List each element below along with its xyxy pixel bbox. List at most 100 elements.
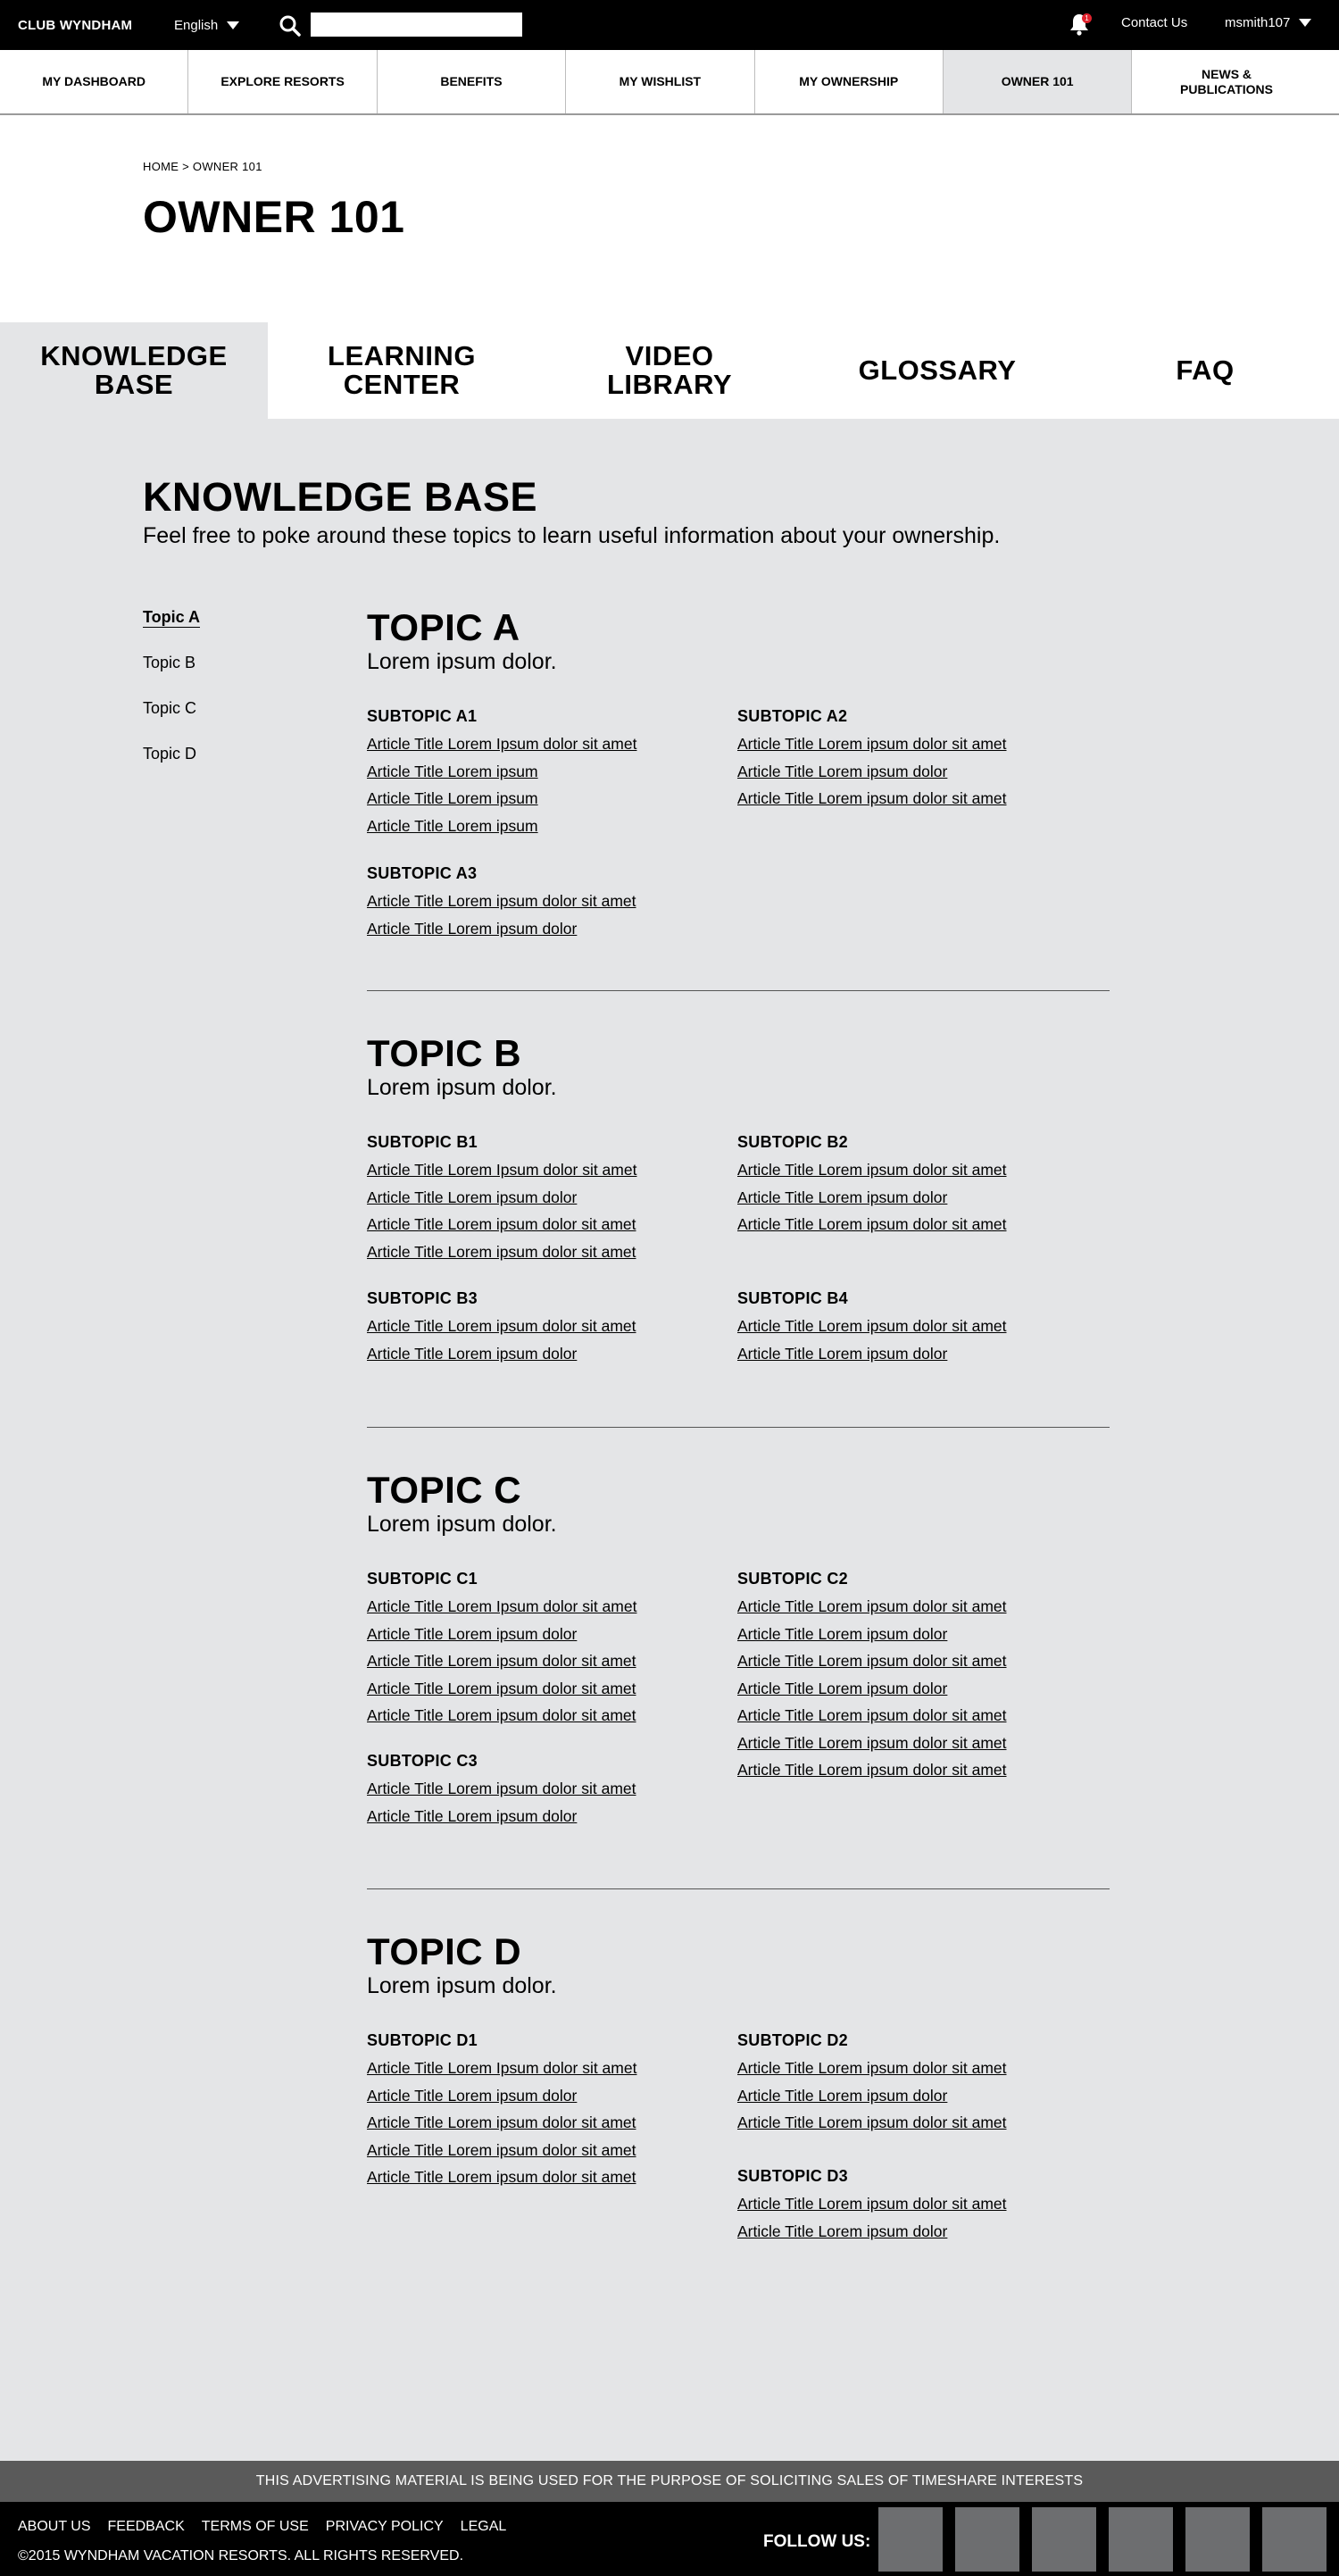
subtopic-title: SUBTOPIC D3 xyxy=(737,2167,848,2185)
article-link[interactable]: Article Title Lorem ipsum dolor sit amet xyxy=(737,1156,1094,1184)
article-link[interactable]: Article Title Lorem ipsum dolor xyxy=(367,2082,724,2110)
subtopic-block: SUBTOPIC A2 Article Title Lorem ipsum do… xyxy=(737,707,1094,813)
subtopic-title: SUBTOPIC C2 xyxy=(737,1570,848,1588)
search-input[interactable] xyxy=(311,13,522,37)
article-link[interactable]: Article Title Lorem ipsum dolor sit amet xyxy=(737,1313,1094,1340)
article-link[interactable]: Article Title Lorem ipsum dolor sit amet xyxy=(367,1647,724,1675)
article-link[interactable]: Article Title Lorem ipsum dolor xyxy=(737,1340,1094,1368)
article-link[interactable]: Article Title Lorem ipsum dolor sit amet xyxy=(367,2137,724,2164)
article-link[interactable]: Article Title Lorem ipsum dolor sit amet xyxy=(367,1675,724,1703)
article-link[interactable]: Article Title Lorem ipsum xyxy=(367,813,724,840)
tab-glossary[interactable]: GLOSSARY xyxy=(803,322,1071,419)
article-link[interactable]: Article Title Lorem ipsum dolor sit amet xyxy=(367,1211,724,1238)
subtopic-title: SUBTOPIC B2 xyxy=(737,1133,848,1151)
brand-logo[interactable]: CLUB WYNDHAM xyxy=(18,18,132,33)
article-link[interactable]: Article Title Lorem ipsum dolor sit amet xyxy=(737,2055,1094,2082)
social-icon-placeholder[interactable] xyxy=(1185,2507,1250,2572)
main-nav: MY DASHBOARD EXPLORE RESORTS BENEFITS MY… xyxy=(0,50,1339,115)
nav-item-my-ownership[interactable]: MY OWNERSHIP xyxy=(755,50,944,113)
article-link[interactable]: Article Title Lorem Ipsum dolor sit amet xyxy=(367,1156,724,1184)
subtopic-block: SUBTOPIC B2 Article Title Lorem ipsum do… xyxy=(737,1133,1094,1238)
article-link[interactable]: Article Title Lorem ipsum dolor sit amet xyxy=(367,2109,724,2137)
article-link[interactable]: Article Title Lorem ipsum dolor xyxy=(367,1184,724,1212)
article-link[interactable]: Article Title Lorem ipsum dolor sit amet xyxy=(737,785,1094,813)
sidenav-topic-d[interactable]: Topic D xyxy=(143,745,200,790)
page-header: HOME > OWNER 101 OWNER 101 xyxy=(0,115,1339,322)
footer-link-legal[interactable]: LEGAL xyxy=(461,2519,507,2535)
social-icon-placeholder[interactable] xyxy=(1109,2507,1173,2572)
article-link[interactable]: Article Title Lorem ipsum dolor sit amet xyxy=(737,1593,1094,1621)
article-link[interactable]: Article Title Lorem ipsum dolor sit amet xyxy=(737,1702,1094,1730)
tab-video-library[interactable]: VIDEO LIBRARY xyxy=(536,322,803,419)
article-link[interactable]: Article Title Lorem ipsum dolor sit amet xyxy=(367,1775,724,1803)
knowledge-base-content: KNOWLEDGE BASE Feel free to poke around … xyxy=(0,419,1339,2461)
article-link[interactable]: Article Title Lorem ipsum dolor sit amet xyxy=(737,1756,1094,1784)
search-icon[interactable] xyxy=(279,14,302,38)
nav-item-news-publications[interactable]: NEWS & PUBLICATIONS xyxy=(1132,50,1320,113)
footer-link-privacy-policy[interactable]: PRIVACY POLICY xyxy=(326,2519,444,2535)
section-tabs: KNOWLEDGE BASE LEARNING CENTER VIDEO LIB… xyxy=(0,322,1339,419)
article-link[interactable]: Article Title Lorem ipsum dolor xyxy=(737,758,1094,786)
article-link[interactable]: Article Title Lorem ipsum dolor xyxy=(737,1621,1094,1648)
topic-subtitle: Lorem ipsum dolor. xyxy=(367,1512,557,1537)
social-icon-placeholder[interactable] xyxy=(1032,2507,1096,2572)
social-icon-placeholder[interactable] xyxy=(955,2507,1019,2572)
article-link[interactable]: Article Title Lorem ipsum dolor sit amet xyxy=(737,1730,1094,1757)
nav-item-owner-101[interactable]: OWNER 101 xyxy=(943,50,1133,113)
social-icon-placeholder[interactable] xyxy=(1262,2507,1327,2572)
article-link[interactable]: Article Title Lorem Ipsum dolor sit amet xyxy=(367,2055,724,2082)
nav-item-my-dashboard[interactable]: MY DASHBOARD xyxy=(0,50,189,113)
article-link[interactable]: Article Title Lorem ipsum dolor sit amet xyxy=(737,2109,1094,2137)
article-link[interactable]: Article Title Lorem ipsum dolor xyxy=(737,1675,1094,1703)
footer-link-terms-of-use[interactable]: TERMS OF USE xyxy=(202,2519,309,2535)
article-link[interactable]: Article Title Lorem ipsum dolor sit amet xyxy=(367,1313,724,1340)
nav-item-explore-resorts[interactable]: EXPLORE RESORTS xyxy=(188,50,378,113)
chevron-down-icon xyxy=(227,21,240,29)
tab-learning-center[interactable]: LEARNING CENTER xyxy=(268,322,536,419)
subtopic-title: SUBTOPIC D2 xyxy=(737,2031,848,2049)
article-link[interactable]: Article Title Lorem ipsum dolor xyxy=(367,1621,724,1648)
footer-links: ABOUT US FEEDBACK TERMS OF USE PRIVACY P… xyxy=(18,2519,506,2535)
tab-knowledge-base[interactable]: KNOWLEDGE BASE xyxy=(0,322,268,419)
subtopic-title: SUBTOPIC B1 xyxy=(367,1133,478,1151)
article-link[interactable]: Article Title Lorem Ipsum dolor sit amet xyxy=(367,1593,724,1621)
breadcrumb[interactable]: HOME > OWNER 101 xyxy=(143,160,1339,173)
article-link[interactable]: Article Title Lorem ipsum dolor sit amet xyxy=(737,1647,1094,1675)
subtopic-block: SUBTOPIC D1 Article Title Lorem Ipsum do… xyxy=(367,2031,724,2191)
article-link[interactable]: Article Title Lorem ipsum xyxy=(367,758,724,786)
article-link[interactable]: Article Title Lorem ipsum dolor sit amet xyxy=(367,1702,724,1730)
article-link[interactable]: Article Title Lorem ipsum dolor xyxy=(367,1340,724,1368)
nav-item-my-wishlist[interactable]: MY WISHLIST xyxy=(566,50,755,113)
article-link[interactable]: Article Title Lorem Ipsum dolor sit amet xyxy=(367,730,724,758)
article-link[interactable]: Article Title Lorem ipsum dolor xyxy=(367,915,724,943)
article-link[interactable]: Article Title Lorem ipsum xyxy=(367,785,724,813)
sidenav-topic-c[interactable]: Topic C xyxy=(143,699,200,745)
topic-divider xyxy=(367,1427,1110,1428)
footer-link-about-us[interactable]: ABOUT US xyxy=(18,2519,91,2535)
language-label: English xyxy=(174,18,219,33)
article-link[interactable]: Article Title Lorem ipsum dolor xyxy=(737,2218,1094,2246)
article-link[interactable]: Article Title Lorem ipsum dolor xyxy=(367,1803,724,1830)
article-link[interactable]: Article Title Lorem ipsum dolor sit amet xyxy=(367,2163,724,2191)
subtopic-title: SUBTOPIC C1 xyxy=(367,1570,478,1588)
footer-link-feedback[interactable]: FEEDBACK xyxy=(108,2519,185,2535)
article-link[interactable]: Article Title Lorem ipsum dolor sit amet xyxy=(367,888,724,915)
article-link[interactable]: Article Title Lorem ipsum dolor xyxy=(737,2082,1094,2110)
subtopic-title: SUBTOPIC D1 xyxy=(367,2031,478,2049)
topic-section: TOPIC A Lorem ipsum dolor. SUBTOPIC A1 A… xyxy=(367,608,1110,938)
sidenav-topic-a[interactable]: Topic A xyxy=(143,608,200,654)
tab-faq[interactable]: FAQ xyxy=(1071,322,1339,419)
section-subtitle: Feel free to poke around these topics to… xyxy=(143,523,1001,548)
article-link[interactable]: Article Title Lorem ipsum dolor xyxy=(737,1184,1094,1212)
article-link[interactable]: Article Title Lorem ipsum dolor sit amet xyxy=(737,1211,1094,1238)
article-link[interactable]: Article Title Lorem ipsum dolor sit amet xyxy=(367,1238,724,1266)
social-icon-placeholder[interactable] xyxy=(878,2507,943,2572)
article-link[interactable]: Article Title Lorem ipsum dolor sit amet xyxy=(737,730,1094,758)
article-link[interactable]: Article Title Lorem ipsum dolor sit amet xyxy=(737,2190,1094,2218)
language-selector[interactable]: English xyxy=(174,18,240,33)
user-menu[interactable]: msmith107 xyxy=(1225,15,1312,30)
sidenav-topic-b[interactable]: Topic B xyxy=(143,654,200,699)
nav-item-benefits[interactable]: BENEFITS xyxy=(378,50,567,113)
subtopic-title: SUBTOPIC B3 xyxy=(367,1289,478,1307)
contact-us-link[interactable]: Contact Us xyxy=(1121,15,1187,30)
